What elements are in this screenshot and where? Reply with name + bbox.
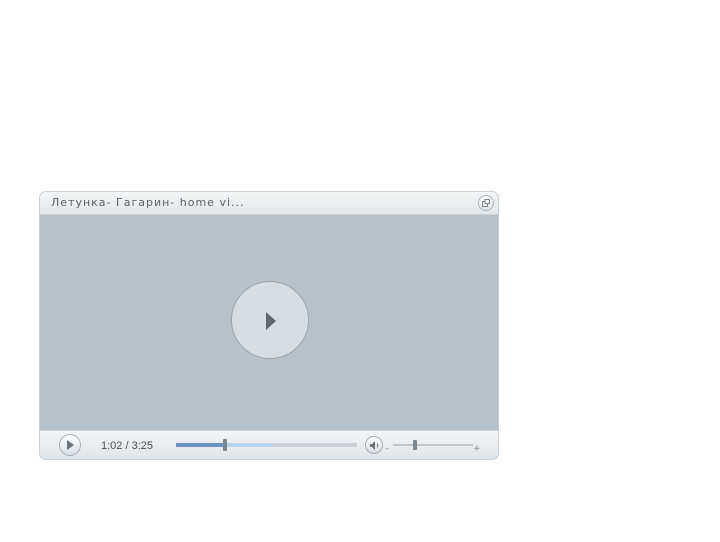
volume-thumb[interactable]: [412, 440, 417, 450]
seek-thumb[interactable]: [222, 439, 227, 451]
play-icon: [67, 440, 74, 450]
volume-plus-label: +: [473, 444, 481, 454]
volume-minus-label: –: [385, 444, 390, 454]
popout-button[interactable]: [478, 195, 494, 211]
video-display[interactable]: [40, 215, 498, 430]
mute-button[interactable]: [365, 436, 383, 454]
time-display: 1:02 / 3:25: [101, 440, 153, 452]
speaker-icon: [370, 441, 379, 450]
player-title-bar: Летунка- Гагарин- home vi...: [40, 192, 498, 215]
play-button[interactable]: [59, 434, 81, 456]
control-bar: 1:02 / 3:25 – +: [40, 430, 498, 459]
video-player: Летунка- Гагарин- home vi... 1:02 / 3:25: [40, 192, 498, 459]
video-title: Летунка- Гагарин- home vi...: [51, 196, 245, 209]
seek-bar[interactable]: [176, 439, 357, 451]
play-icon: [266, 312, 276, 330]
seek-played: [176, 443, 225, 447]
big-play-button[interactable]: [231, 281, 309, 359]
popout-icon: [482, 199, 490, 207]
volume-slider[interactable]: [393, 440, 473, 450]
